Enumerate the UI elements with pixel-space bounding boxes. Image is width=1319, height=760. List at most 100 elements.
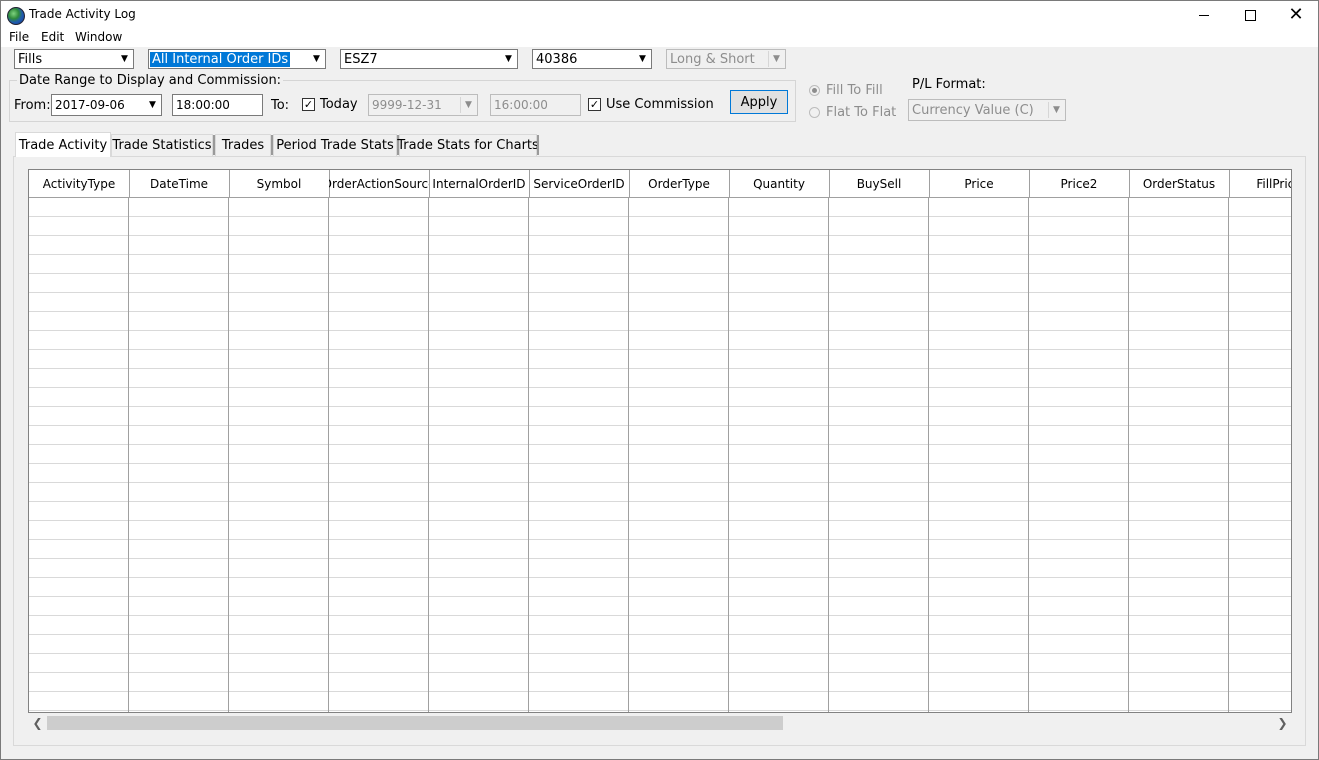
direction-select: Long & Short ▼ <box>666 49 786 69</box>
column-header[interactable]: InternalOrderID <box>429 170 530 197</box>
chevron-down-icon[interactable]: ▼ <box>117 51 132 67</box>
fill-to-fill-radio <box>809 85 820 96</box>
table-row <box>29 254 1291 255</box>
table-row <box>29 634 1291 635</box>
view-select[interactable]: Fills ▼ <box>14 49 134 69</box>
chevron-down-icon[interactable]: ▼ <box>635 51 650 67</box>
to-date-value: 9999-12-31 <box>372 98 442 112</box>
grid-header: ActivityType DateTime Symbol OrderAction… <box>29 170 1291 198</box>
trade-activity-grid[interactable]: ActivityType DateTime Symbol OrderAction… <box>28 169 1292 713</box>
menu-window[interactable]: Window <box>75 30 122 44</box>
minimize-icon <box>1199 14 1209 16</box>
close-button[interactable]: ✕ <box>1273 1 1319 29</box>
order-ids-select[interactable]: All Internal Order IDs ▼ <box>148 49 326 69</box>
chevron-down-icon[interactable]: ▼ <box>501 51 516 67</box>
column-divider <box>728 197 729 712</box>
pl-format-label: P/L Format: <box>912 77 986 92</box>
column-header[interactable]: Symbol <box>229 170 330 197</box>
table-row <box>29 463 1291 464</box>
chevron-down-icon[interactable]: ▼ <box>145 97 160 113</box>
table-row <box>29 349 1291 350</box>
table-row <box>29 596 1291 597</box>
use-commission-checkbox[interactable]: ✓ <box>588 98 601 111</box>
table-row <box>29 273 1291 274</box>
to-date-picker: 9999-12-31 ▼ <box>368 94 478 116</box>
maximize-button[interactable] <box>1227 1 1273 29</box>
title-bar: Trade Activity Log ✕ <box>1 1 1318 29</box>
globe-icon <box>7 7 25 25</box>
horizontal-scrollbar[interactable]: ❮ ❯ <box>29 713 1291 733</box>
table-row <box>29 311 1291 312</box>
column-header[interactable]: OrderActionSource <box>329 170 430 197</box>
chevron-down-icon: ▼ <box>1048 102 1064 118</box>
direction-select-value: Long & Short <box>670 52 755 67</box>
view-select-value: Fills <box>18 52 43 67</box>
chevron-right-icon[interactable]: ❯ <box>1274 713 1291 733</box>
from-label: From: <box>14 98 51 113</box>
column-divider <box>128 197 129 712</box>
to-time-value: 16:00:00 <box>494 98 548 112</box>
column-divider <box>1228 197 1229 712</box>
tab-trade-statistics[interactable]: Trade Statistics <box>111 134 213 156</box>
column-divider <box>328 197 329 712</box>
table-row <box>29 406 1291 407</box>
chevron-left-icon[interactable]: ❮ <box>29 713 46 733</box>
tab-period-trade-stats[interactable]: Period Trade Stats <box>273 134 397 156</box>
table-row <box>29 710 1291 711</box>
flat-to-flat-radio <box>809 107 820 118</box>
table-row <box>29 292 1291 293</box>
table-row <box>29 235 1291 236</box>
table-row <box>29 615 1291 616</box>
from-date-picker[interactable]: 2017-09-06 ▼ <box>51 94 162 116</box>
to-time-input: 16:00:00 <box>490 94 581 116</box>
pl-format-select: Currency Value (C) ▼ <box>908 99 1066 121</box>
from-date-value: 2017-09-06 <box>55 98 125 112</box>
table-row <box>29 691 1291 692</box>
table-row <box>29 501 1291 502</box>
trade-activity-log-window: Trade Activity Log ✕ File Edit Window Fi… <box>0 0 1319 760</box>
today-checkbox[interactable]: ✓ <box>302 98 315 111</box>
column-header[interactable]: FillPrice <box>1229 170 1291 197</box>
column-header[interactable]: BuySell <box>829 170 930 197</box>
table-row <box>29 672 1291 673</box>
column-header[interactable]: DateTime <box>129 170 230 197</box>
symbol-select[interactable]: ESZ7 ▼ <box>340 49 518 69</box>
table-row <box>29 216 1291 217</box>
column-divider <box>528 197 529 712</box>
apply-button[interactable]: Apply <box>730 90 788 114</box>
column-header[interactable]: Price2 <box>1029 170 1130 197</box>
table-row <box>29 577 1291 578</box>
from-time-value: 18:00:00 <box>176 98 230 112</box>
pl-format-value: Currency Value (C) <box>912 103 1034 118</box>
from-time-input[interactable]: 18:00:00 <box>172 94 263 116</box>
column-header[interactable]: OrderStatus <box>1129 170 1230 197</box>
table-row <box>29 539 1291 540</box>
column-header[interactable]: ActivityType <box>29 170 130 197</box>
table-row <box>29 330 1291 331</box>
column-header[interactable]: OrderType <box>629 170 730 197</box>
table-row <box>29 482 1291 483</box>
tab-trade-activity[interactable]: Trade Activity <box>15 132 111 157</box>
symbol-select-value: ESZ7 <box>344 52 378 67</box>
account-select[interactable]: 40386 ▼ <box>532 49 652 69</box>
chevron-down-icon: ▼ <box>460 97 476 113</box>
minimize-button[interactable] <box>1181 1 1227 29</box>
tab-trade-stats-for-charts[interactable]: Trade Stats for Charts <box>397 134 539 156</box>
menu-bar: File Edit Window <box>1 29 1318 47</box>
column-divider <box>928 197 929 712</box>
chevron-down-icon: ▼ <box>768 51 784 67</box>
to-label: To: <box>271 98 290 113</box>
fill-to-fill-label: Fill To Fill <box>826 83 883 98</box>
column-header[interactable]: ServiceOrderID <box>529 170 630 197</box>
tab-trades[interactable]: Trades <box>215 134 271 156</box>
column-divider <box>428 197 429 712</box>
scrollbar-thumb[interactable] <box>47 716 783 730</box>
column-divider <box>1128 197 1129 712</box>
column-header[interactable]: Quantity <box>729 170 830 197</box>
chevron-down-icon[interactable]: ▼ <box>309 51 324 67</box>
menu-file[interactable]: File <box>9 30 29 44</box>
menu-edit[interactable]: Edit <box>41 30 64 44</box>
close-icon: ✕ <box>1288 4 1304 25</box>
table-row <box>29 387 1291 388</box>
column-header[interactable]: Price <box>929 170 1030 197</box>
